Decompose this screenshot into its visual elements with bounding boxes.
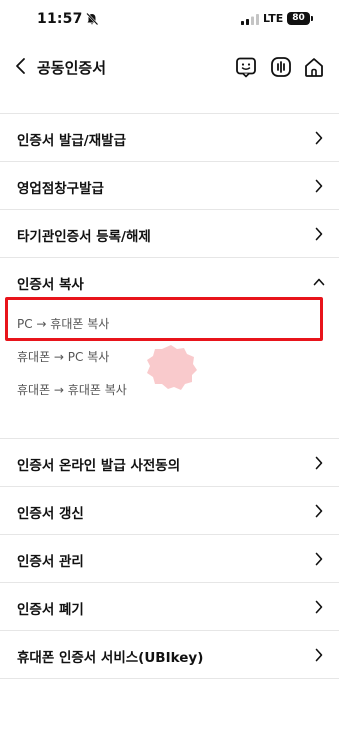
menu-item-revoke[interactable]: 인증서 폐기 [0, 583, 339, 631]
menu-item-label: 인증서 폐기 [17, 602, 84, 618]
chevron-right-icon [315, 552, 323, 566]
menu-item-label: 인증서 갱신 [17, 506, 84, 522]
bell-muted-icon [86, 12, 99, 26]
menu-item-label: 인증서 복사 [17, 277, 84, 293]
status-time: 11:57 [37, 11, 83, 27]
certificate-menu: 인증서 발급/재발급 영업점창구발급 타기관인증서 등록/해제 인증서 복사 P… [0, 113, 339, 679]
voice-icon[interactable] [269, 55, 293, 79]
chevron-up-icon [313, 278, 325, 286]
chevron-right-icon [315, 227, 323, 241]
copy-submenu: PC → 휴대폰 복사 휴대폰 → PC 복사 휴대폰 → 휴대폰 복사 [0, 297, 339, 439]
menu-item-manage[interactable]: 인증서 관리 [0, 535, 339, 583]
chevron-right-icon [315, 456, 323, 470]
menu-item-branch-issue[interactable]: 영업점창구발급 [0, 162, 339, 210]
menu-item-label: 휴대폰 인증서 서비스(UBIkey) [17, 650, 204, 666]
chevron-right-icon [315, 504, 323, 518]
chevron-right-icon [315, 179, 323, 193]
battery-indicator: 80 [287, 12, 310, 25]
menu-item-issue[interactable]: 인증서 발급/재발급 [0, 114, 339, 162]
menu-item-other-institution[interactable]: 타기관인증서 등록/해제 [0, 210, 339, 258]
home-icon[interactable] [302, 55, 326, 79]
menu-item-label: 영업점창구발급 [17, 181, 104, 197]
menu-item-label: 인증서 관리 [17, 554, 84, 570]
submenu-phone-to-pc[interactable]: 휴대폰 → PC 복사 [17, 348, 109, 365]
menu-item-online-consent[interactable]: 인증서 온라인 발급 사전동의 [0, 439, 339, 487]
chevron-right-icon [315, 131, 323, 145]
menu-item-ubikey[interactable]: 휴대폰 인증서 서비스(UBIkey) [0, 631, 339, 679]
menu-item-label: 타기관인증서 등록/해제 [17, 229, 151, 245]
menu-item-label: 인증서 온라인 발급 사전동의 [17, 458, 181, 474]
network-type: LTE [263, 12, 284, 25]
menu-item-renew[interactable]: 인증서 갱신 [0, 487, 339, 535]
chevron-right-icon [315, 600, 323, 614]
battery-cap [311, 16, 313, 21]
back-arrow-icon[interactable] [10, 55, 32, 77]
page-title: 공동인증서 [37, 59, 107, 77]
cell-signal-icon [241, 14, 259, 25]
highlight-box [5, 297, 323, 341]
menu-item-label: 인증서 발급/재발급 [17, 133, 126, 149]
status-bar: 11:57 LTE 80 [0, 0, 339, 40]
chevron-right-icon [315, 648, 323, 662]
submenu-phone-to-phone[interactable]: 휴대폰 → 휴대폰 복사 [17, 381, 127, 398]
chatbot-icon[interactable] [234, 55, 258, 79]
app-header: 공동인증서 [0, 46, 339, 88]
